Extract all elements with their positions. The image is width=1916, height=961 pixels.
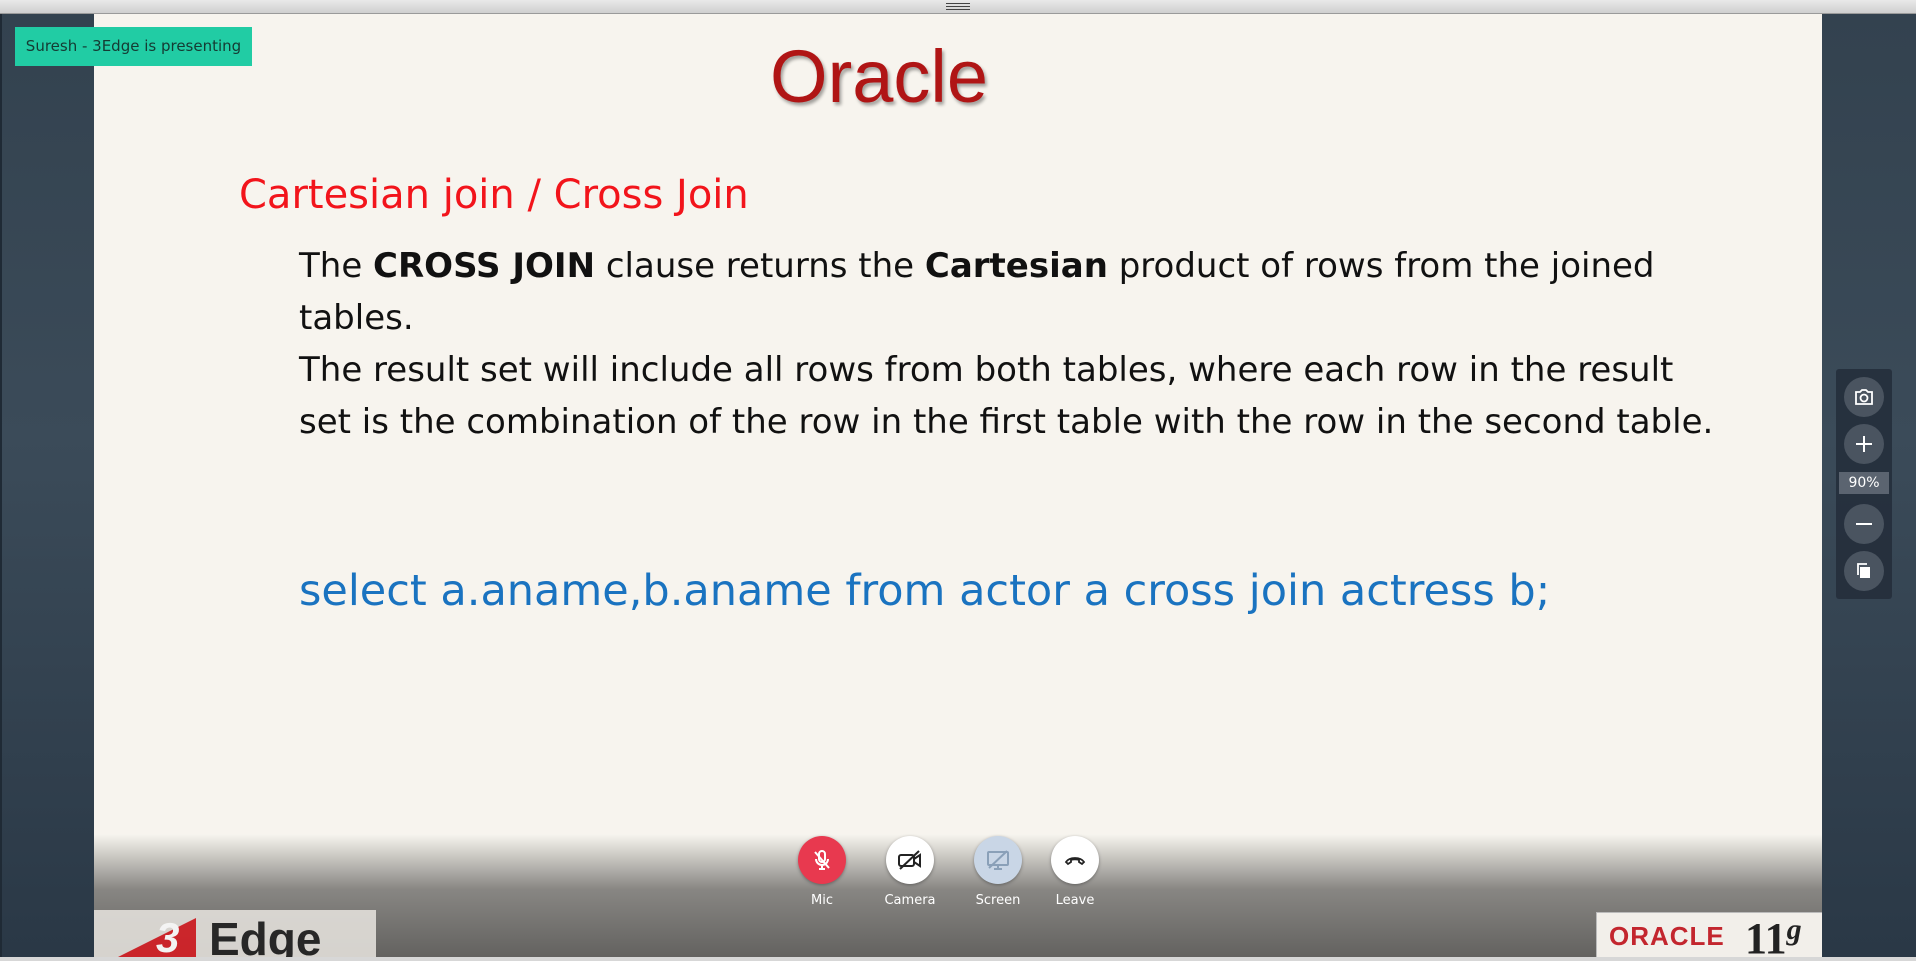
drag-grip-icon[interactable] [946,3,970,11]
copy-icon[interactable] [1844,551,1884,591]
camera-label: Camera [884,893,936,908]
window-title-bar[interactable] [0,0,1916,14]
slide-heading: Cartesian join / Cross Join [239,172,749,218]
logo-triangle [106,918,196,957]
mic-button[interactable]: Mic [787,836,857,908]
paragraph-cross-join: The CROSS JOIN clause returns the Cartes… [299,246,1655,338]
3edge-logo: 3 Edge [94,910,376,957]
camera-off-icon[interactable] [886,836,934,884]
slide-body: The CROSS JOIN clause returns the Cartes… [299,240,1719,448]
left-edge [0,14,2,957]
screen-label: Screen [975,893,1021,908]
mic-label: Mic [811,893,833,908]
leave-button[interactable]: Leave [1040,836,1110,908]
meeting-controls: Mic Camera Screen Leave [0,836,1916,916]
sql-example: select a.aname,b.aname from actor a cros… [299,566,1551,616]
oracle-11g-logo: ORACLE 11g [1596,912,1822,957]
presenter-badge: Suresh - 3Edge is presenting [15,27,252,66]
hang-up-icon[interactable] [1051,836,1099,884]
camera-snapshot-icon[interactable] [1844,377,1884,417]
screen-button[interactable]: Screen [963,836,1033,908]
zoom-level: 90% [1839,472,1889,494]
slide-title: Oracle [770,35,988,118]
zoom-out-icon[interactable] [1844,504,1884,544]
zoom-in-icon[interactable] [1844,424,1884,464]
camera-button[interactable]: Camera [875,836,945,908]
leave-label: Leave [1055,893,1095,908]
screen-share-icon[interactable] [974,836,1022,884]
stage-bottom-edge [0,957,1916,961]
mic-muted-icon[interactable] [798,836,846,884]
paragraph-result-set: The result set will include all rows fro… [299,350,1714,442]
side-toolbar: 90% [1836,369,1892,599]
shared-slide: Oracle Cartesian join / Cross Join The C… [94,14,1822,957]
